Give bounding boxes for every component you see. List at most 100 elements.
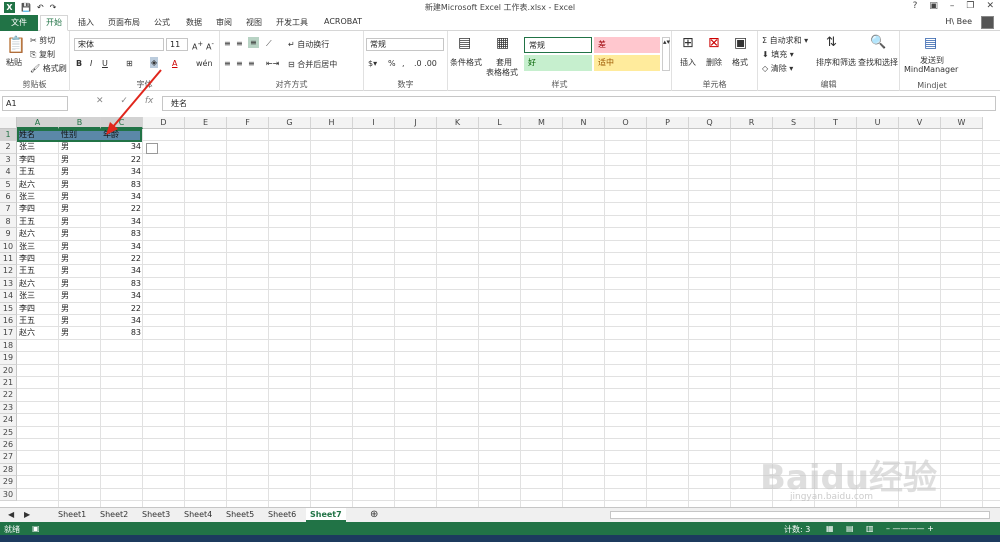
row-header[interactable]: 12 bbox=[0, 265, 17, 278]
sheet-tab[interactable]: Sheet6 bbox=[264, 508, 300, 522]
horizontal-scrollbar[interactable] bbox=[610, 511, 990, 519]
column-header[interactable]: I bbox=[353, 117, 395, 129]
column-header[interactable]: V bbox=[899, 117, 941, 129]
format-painter-button[interactable]: 🖌 格式刷 bbox=[30, 63, 67, 74]
cell[interactable]: 王五 bbox=[17, 166, 59, 178]
row-header[interactable]: 28 bbox=[0, 463, 17, 477]
font-grow-icon[interactable]: A+ bbox=[192, 40, 203, 52]
cell[interactable]: 男 bbox=[59, 327, 101, 339]
column-header[interactable]: M bbox=[521, 117, 563, 129]
cell[interactable]: 张三 bbox=[17, 191, 59, 203]
autosum-button[interactable]: Σ 自动求和 ▾ bbox=[762, 35, 808, 46]
row-header[interactable]: 21 bbox=[0, 377, 17, 390]
row-header[interactable]: 3 bbox=[0, 153, 17, 167]
font-name-select[interactable]: 宋体 bbox=[74, 38, 164, 51]
minimize-icon[interactable]: – bbox=[950, 1, 955, 11]
column-header[interactable]: H bbox=[311, 117, 353, 129]
cell[interactable]: 34 bbox=[101, 141, 143, 153]
styles-scroll[interactable]: ▴▾ bbox=[662, 37, 670, 71]
enter-icon[interactable]: ✓ bbox=[120, 96, 128, 106]
cell[interactable]: 王五 bbox=[17, 216, 59, 228]
row-header[interactable]: 17 bbox=[0, 327, 17, 340]
cell[interactable]: 李四 bbox=[17, 303, 59, 315]
delete-cells-icon[interactable]: ⊠ bbox=[708, 35, 720, 51]
cell[interactable]: 34 bbox=[101, 166, 143, 178]
row-header[interactable]: 19 bbox=[0, 352, 17, 365]
cell[interactable]: 男 bbox=[59, 141, 101, 153]
cell[interactable]: 34 bbox=[101, 290, 143, 302]
cell[interactable]: 22 bbox=[101, 253, 143, 265]
cell[interactable]: 男 bbox=[59, 315, 101, 327]
cell[interactable]: 王五 bbox=[17, 265, 59, 277]
row-header[interactable]: 29 bbox=[0, 476, 17, 489]
fill-button[interactable]: ⬇ 填充 ▾ bbox=[762, 49, 794, 60]
column-header[interactable]: A bbox=[17, 117, 59, 129]
column-header[interactable]: S bbox=[773, 117, 815, 129]
view-layout-icon[interactable]: ▤ bbox=[846, 524, 854, 533]
cell[interactable]: 34 bbox=[101, 191, 143, 203]
tab-data[interactable]: 数据 bbox=[186, 17, 202, 28]
row-header[interactable]: 13 bbox=[0, 277, 17, 291]
font-color-icon[interactable]: A bbox=[172, 59, 177, 68]
column-header[interactable]: B bbox=[59, 117, 101, 129]
fill-color-icon[interactable]: ◈ bbox=[150, 57, 159, 68]
cell[interactable]: 张三 bbox=[17, 241, 59, 253]
underline-icon[interactable]: U bbox=[102, 59, 108, 68]
cell[interactable]: 83 bbox=[101, 179, 143, 191]
mindmanager-icon[interactable]: ▤ bbox=[924, 35, 937, 51]
cell[interactable]: 李四 bbox=[17, 154, 59, 166]
help-icon[interactable]: ? bbox=[913, 1, 918, 11]
cell[interactable]: 赵六 bbox=[17, 179, 59, 191]
macro-record-icon[interactable]: ▣ bbox=[32, 524, 40, 533]
bold-icon[interactable]: B bbox=[76, 59, 82, 68]
column-header[interactable]: W bbox=[941, 117, 983, 129]
view-pagebreak-icon[interactable]: ▥ bbox=[866, 524, 874, 533]
row-header[interactable]: 27 bbox=[0, 451, 17, 464]
cell[interactable]: 年龄 bbox=[101, 129, 143, 141]
formula-input[interactable]: 姓名 bbox=[162, 96, 996, 111]
sheet-tab[interactable]: Sheet5 bbox=[222, 508, 258, 522]
cell[interactable]: 张三 bbox=[17, 290, 59, 302]
row-header[interactable]: 24 bbox=[0, 414, 17, 427]
sheet-tab[interactable]: Sheet4 bbox=[180, 508, 216, 522]
cell[interactable]: 姓名 bbox=[17, 129, 59, 141]
cell[interactable]: 34 bbox=[101, 315, 143, 327]
insert-cells-button[interactable]: 插入 bbox=[680, 57, 696, 68]
row-header[interactable]: 14 bbox=[0, 290, 17, 303]
format-cells-button[interactable]: 格式 bbox=[732, 57, 748, 68]
avatar[interactable] bbox=[981, 16, 994, 29]
comma-icon[interactable]: , bbox=[402, 59, 405, 68]
cell[interactable]: 83 bbox=[101, 228, 143, 240]
currency-icon[interactable]: $▾ bbox=[368, 59, 377, 68]
cell[interactable]: 男 bbox=[59, 290, 101, 302]
row-header[interactable]: 16 bbox=[0, 315, 17, 328]
row-header[interactable]: 8 bbox=[0, 215, 17, 229]
column-header[interactable]: K bbox=[437, 117, 479, 129]
tab-developer[interactable]: 开发工具 bbox=[276, 17, 308, 28]
tab-home[interactable]: 开始 bbox=[40, 15, 68, 31]
sort-filter-button[interactable]: 排序和筛选 bbox=[816, 57, 856, 68]
cell[interactable]: 男 bbox=[59, 278, 101, 290]
cell[interactable]: 赵六 bbox=[17, 327, 59, 339]
align-bottom-icon[interactable]: ≡ bbox=[248, 37, 259, 48]
ribbon-display-icon[interactable]: ▣ bbox=[929, 1, 938, 11]
copy-button[interactable]: ⎘ 复制 bbox=[30, 49, 55, 60]
row-header[interactable]: 4 bbox=[0, 166, 17, 179]
merge-center-button[interactable]: ⊟ 合并后居中 bbox=[288, 59, 337, 70]
conditional-format-icon[interactable]: ▤ bbox=[458, 35, 471, 51]
conditional-format-button[interactable]: 条件格式 bbox=[450, 57, 482, 68]
border-icon[interactable]: ⊞ bbox=[126, 59, 133, 68]
cell[interactable]: 34 bbox=[101, 241, 143, 253]
tab-file[interactable]: 文件 bbox=[0, 15, 38, 31]
row-header[interactable]: 2 bbox=[0, 141, 17, 154]
tab-review[interactable]: 审阅 bbox=[216, 17, 232, 28]
align-top-icon[interactable]: ≡ bbox=[224, 39, 231, 48]
column-header[interactable]: E bbox=[185, 117, 227, 129]
cell[interactable]: 男 bbox=[59, 253, 101, 265]
style-neutral[interactable]: 适中 bbox=[594, 55, 660, 71]
column-header[interactable]: F bbox=[227, 117, 269, 129]
cell[interactable]: 83 bbox=[101, 278, 143, 290]
cell[interactable]: 男 bbox=[59, 179, 101, 191]
cell[interactable]: 22 bbox=[101, 303, 143, 315]
tab-page-layout[interactable]: 页面布局 bbox=[108, 17, 140, 28]
